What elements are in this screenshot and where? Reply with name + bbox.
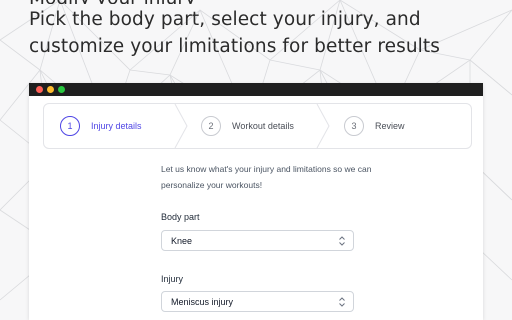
chevron-right-icon: [316, 104, 330, 148]
body-part-value: Knee: [171, 235, 193, 246]
step-number-circle: 3: [344, 116, 364, 136]
select-caret-icon: [339, 297, 345, 307]
clipped-heading-fragment: Modify your injury: [0, 0, 512, 4]
step-number-circle: 1: [60, 116, 80, 136]
close-window-button[interactable]: [36, 86, 43, 93]
window-titlebar: [29, 83, 483, 96]
minimize-window-button[interactable]: [47, 86, 54, 93]
step-number-circle: 2: [201, 116, 221, 136]
step-label: Injury details: [91, 121, 142, 131]
injury-value: Meniscus injury: [171, 296, 234, 307]
form-intro-text: Let us know what's your injury and limit…: [161, 164, 372, 190]
headline-line-1: Pick the body part, select your injury, …: [29, 9, 421, 30]
select-caret-icon: [339, 236, 345, 246]
headline-line-2: customize your limitations for better re…: [29, 36, 441, 57]
chevron-right-icon: [174, 104, 188, 148]
app-window: 1 Injury details 2 Workout details 3 Rev…: [29, 83, 483, 320]
step-workout-details[interactable]: 2 Workout details: [201, 104, 294, 148]
injury-label: Injury: [161, 274, 184, 284]
marketing-headline: Pick the body part, select your injury, …: [29, 6, 440, 60]
body-part-select[interactable]: Knee: [161, 230, 354, 251]
step-review[interactable]: 3 Review: [344, 104, 405, 148]
injury-select[interactable]: Meniscus injury: [161, 291, 354, 312]
progress-stepper: 1 Injury details 2 Workout details 3 Rev…: [43, 103, 472, 149]
step-label: Review: [375, 121, 405, 131]
body-part-label: Body part: [161, 212, 200, 222]
maximize-window-button[interactable]: [58, 86, 65, 93]
step-label: Workout details: [232, 121, 294, 131]
step-injury-details[interactable]: 1 Injury details: [60, 104, 142, 148]
